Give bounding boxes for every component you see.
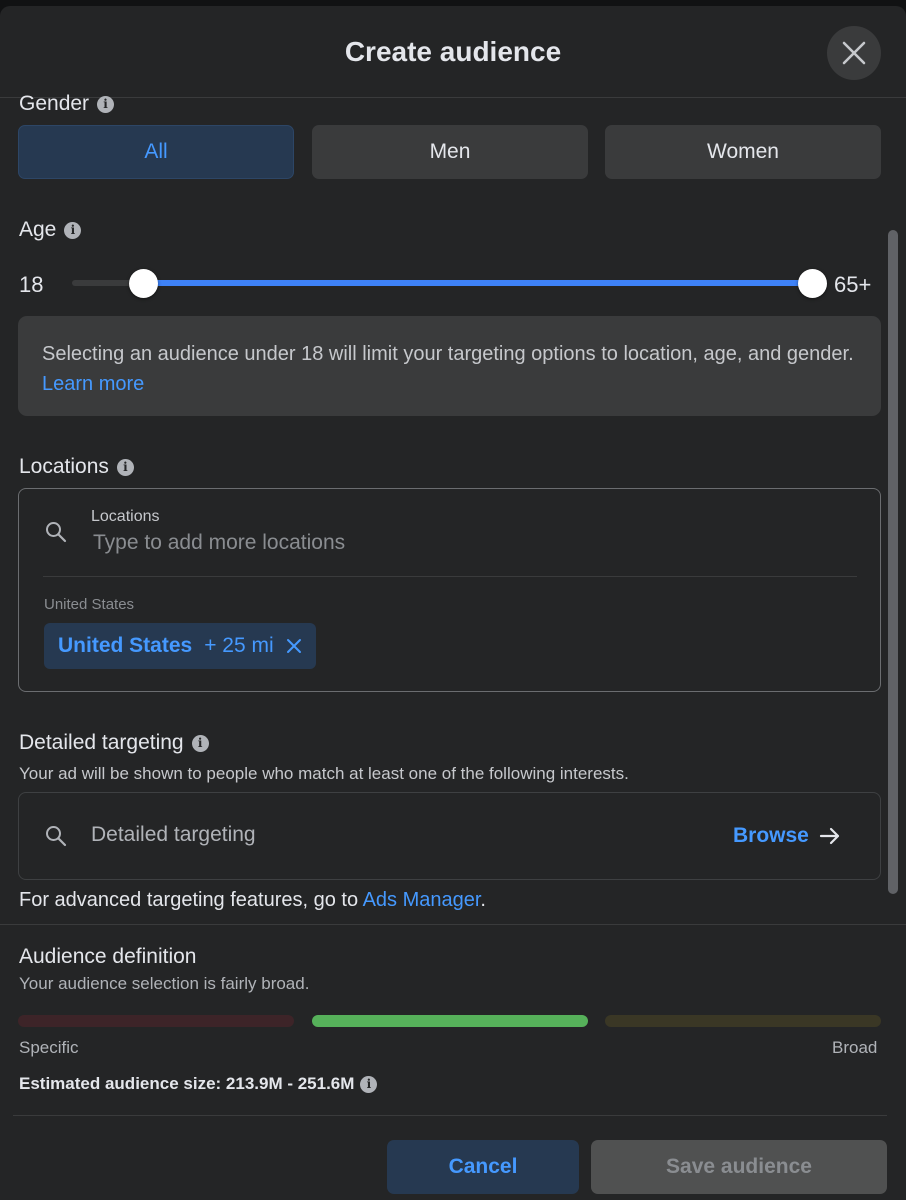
age-max-label: 65+ <box>834 272 872 297</box>
detailed-targeting-subtitle: Your ad will be shown to people who matc… <box>19 764 629 783</box>
detailed-targeting-box[interactable]: Detailed targeting Browse <box>18 792 881 880</box>
age-min-label: 18 <box>19 272 44 297</box>
search-icon <box>46 826 67 847</box>
age-notice: Selecting an audience under 18 will limi… <box>18 316 881 416</box>
close-icon <box>286 639 301 653</box>
detailed-targeting-label: Detailed targeting i <box>19 731 209 755</box>
locations-box: Locations United States United States + … <box>18 488 881 692</box>
scrollbar[interactable] <box>888 230 898 894</box>
location-group-label: United States <box>44 596 135 613</box>
age-info-icon[interactable]: i <box>64 221 82 239</box>
audience-definition-title: Audience definition <box>19 945 197 968</box>
close-button[interactable] <box>827 26 881 80</box>
specific-label: Specific <box>19 1038 79 1057</box>
age-label: Age i <box>19 218 82 242</box>
age-slider-fill <box>143 280 812 286</box>
locations-input[interactable] <box>93 531 793 555</box>
audience-definition-subtitle: Your audience selection is fairly broad. <box>19 974 310 993</box>
remove-location-button[interactable] <box>286 638 302 654</box>
section-divider <box>0 924 906 925</box>
footer-divider <box>13 1115 887 1116</box>
age-max-handle[interactable] <box>797 269 827 298</box>
location-chip-radius[interactable]: + 25 mi <box>204 634 273 658</box>
audience-meter-specific <box>18 1015 294 1027</box>
age-min-handle[interactable] <box>128 269 158 298</box>
audience-meter-broad <box>605 1015 881 1027</box>
age-slider-track[interactable] <box>72 280 812 286</box>
cancel-button[interactable]: Cancel <box>387 1140 579 1194</box>
save-audience-button[interactable]: Save audience <box>591 1140 887 1194</box>
gender-option-women[interactable]: Women <box>605 125 881 179</box>
gender-info-icon[interactable]: i <box>97 95 115 113</box>
broad-label: Broad <box>832 1038 878 1057</box>
estimated-audience-size: Estimated audience size: 213.9M - 251.6M… <box>19 1074 378 1094</box>
advanced-targeting-text: For advanced targeting features, go to A… <box>19 889 486 911</box>
locations-field-label: Locations <box>91 508 160 525</box>
audience-meter-middle <box>312 1015 588 1027</box>
gender-option-all[interactable]: All <box>18 125 294 179</box>
learn-more-link[interactable]: Learn more <box>42 373 144 395</box>
modal-header: Create audience <box>0 6 906 98</box>
ads-manager-link[interactable]: Ads Manager <box>363 889 481 911</box>
search-icon <box>46 522 67 543</box>
create-audience-modal: Create audience Gender i All Men Women Ag… <box>0 6 906 1200</box>
modal-title: Create audience <box>344 36 562 67</box>
arrow-right-icon <box>819 827 839 845</box>
close-icon <box>842 41 866 65</box>
gender-label: Gender i <box>19 92 115 116</box>
gender-option-men[interactable]: Men <box>312 125 588 179</box>
locations-label: Locations i <box>19 455 134 479</box>
detailed-targeting-placeholder: Detailed targeting <box>91 823 256 846</box>
detailed-targeting-info-icon[interactable]: i <box>191 734 209 752</box>
locations-info-icon[interactable]: i <box>116 458 134 476</box>
locations-divider <box>43 576 857 577</box>
location-chip[interactable]: United States + 25 mi <box>44 623 316 669</box>
estimate-info-icon[interactable]: i <box>360 1076 378 1094</box>
location-chip-name: United States <box>58 634 193 657</box>
browse-button[interactable]: Browse <box>733 824 841 848</box>
